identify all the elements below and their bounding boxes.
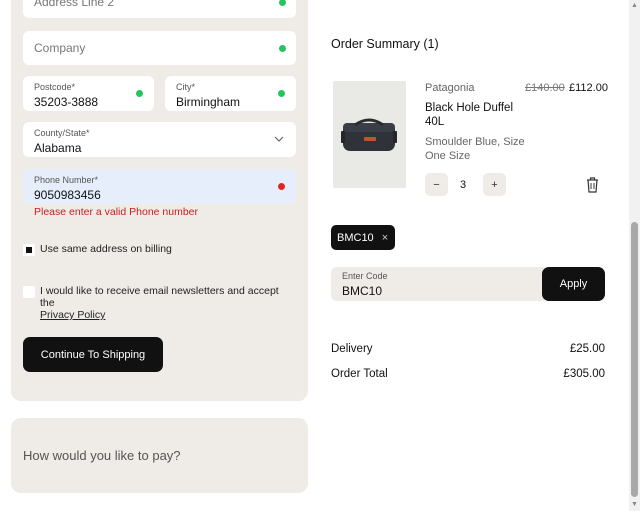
newsletter-text: I would like to receive email newsletter…: [40, 285, 279, 309]
product-variant: Smoulder Blue, Size One Size: [425, 136, 525, 162]
phone-value: 9050983456: [34, 188, 101, 202]
valid-indicator-icon: [279, 0, 286, 6]
scroll-up-icon[interactable]: ▲: [631, 2, 638, 9]
county-select[interactable]: County/State* Alabama: [23, 122, 296, 157]
phone-label: Phone Number*: [34, 175, 99, 185]
phone-field[interactable]: Phone Number* 9050983456: [23, 169, 296, 204]
quantity-value: 3: [460, 179, 467, 191]
product-brand: Patagonia: [425, 82, 475, 94]
valid-indicator-icon: [136, 90, 143, 97]
trash-icon[interactable]: [585, 176, 600, 193]
promo-code-value: BMC10: [342, 284, 383, 298]
payment-heading: How would you like to pay?: [23, 448, 181, 463]
same-address-checkbox[interactable]: [23, 244, 35, 256]
continue-to-shipping-button[interactable]: Continue To Shipping: [23, 337, 163, 372]
order-summary-title: Order Summary (1): [331, 37, 439, 51]
increase-quantity-button[interactable]: +: [483, 173, 506, 196]
postcode-label: Postcode*: [34, 82, 76, 92]
newsletter-label: I would like to receive email newsletter…: [40, 285, 293, 321]
valid-indicator-icon: [279, 45, 286, 52]
error-indicator-icon: [278, 183, 285, 190]
postcode-value: 35203-3888: [34, 95, 99, 109]
checkout-page: Address Line 2 Company Postcode* 35203-3…: [0, 0, 640, 511]
city-field[interactable]: City* Birmingham: [165, 76, 296, 111]
postcode-field[interactable]: Postcode* 35203-3888: [23, 76, 154, 111]
county-value: Alabama: [34, 141, 82, 155]
county-label: County/State*: [34, 128, 90, 138]
applied-promo-tag: BMC10 ×: [331, 225, 395, 250]
remove-promo-icon[interactable]: ×: [382, 232, 388, 244]
payment-panel[interactable]: How would you like to pay?: [11, 418, 308, 493]
address-line2-field[interactable]: Address Line 2: [23, 0, 296, 18]
scroll-down-icon[interactable]: ▼: [631, 501, 638, 508]
city-label: City*: [176, 82, 196, 92]
phone-error-message: Please enter a valid Phone number: [34, 206, 199, 218]
order-total-label: Order Total: [331, 368, 388, 380]
duffel-bag-image: [341, 118, 397, 151]
chevron-down-icon: [274, 136, 284, 142]
privacy-policy-link[interactable]: Privacy Policy: [40, 309, 105, 321]
newsletter-checkbox-row[interactable]: I would like to receive email newsletter…: [23, 285, 293, 321]
same-address-checkbox-row[interactable]: Use same address on billing: [23, 243, 172, 256]
same-address-label: Use same address on billing: [40, 243, 172, 255]
original-price: £140.00: [525, 82, 565, 94]
order-total-value: £305.00: [563, 368, 605, 380]
city-value: Birmingham: [176, 95, 241, 109]
address-line2-placeholder: Address Line 2: [34, 0, 115, 9]
promo-code-label: Enter Code: [342, 271, 388, 281]
promo-code-input[interactable]: Enter Code BMC10: [331, 267, 544, 301]
decrease-quantity-button[interactable]: −: [425, 173, 448, 196]
company-field[interactable]: Company: [23, 31, 296, 65]
delivery-value: £25.00: [569, 343, 605, 355]
product-name: Black Hole Duffel 40L: [425, 102, 513, 128]
newsletter-checkbox[interactable]: [23, 286, 35, 298]
delivery-label: Delivery: [331, 343, 373, 355]
apply-promo-button[interactable]: Apply: [542, 267, 605, 301]
product-image: [333, 81, 406, 188]
valid-indicator-icon: [278, 90, 285, 97]
scrollbar-thumb[interactable]: [631, 222, 638, 497]
applied-promo-code: BMC10: [337, 231, 374, 244]
company-placeholder: Company: [34, 41, 86, 55]
sale-price: £112.00: [569, 82, 608, 94]
